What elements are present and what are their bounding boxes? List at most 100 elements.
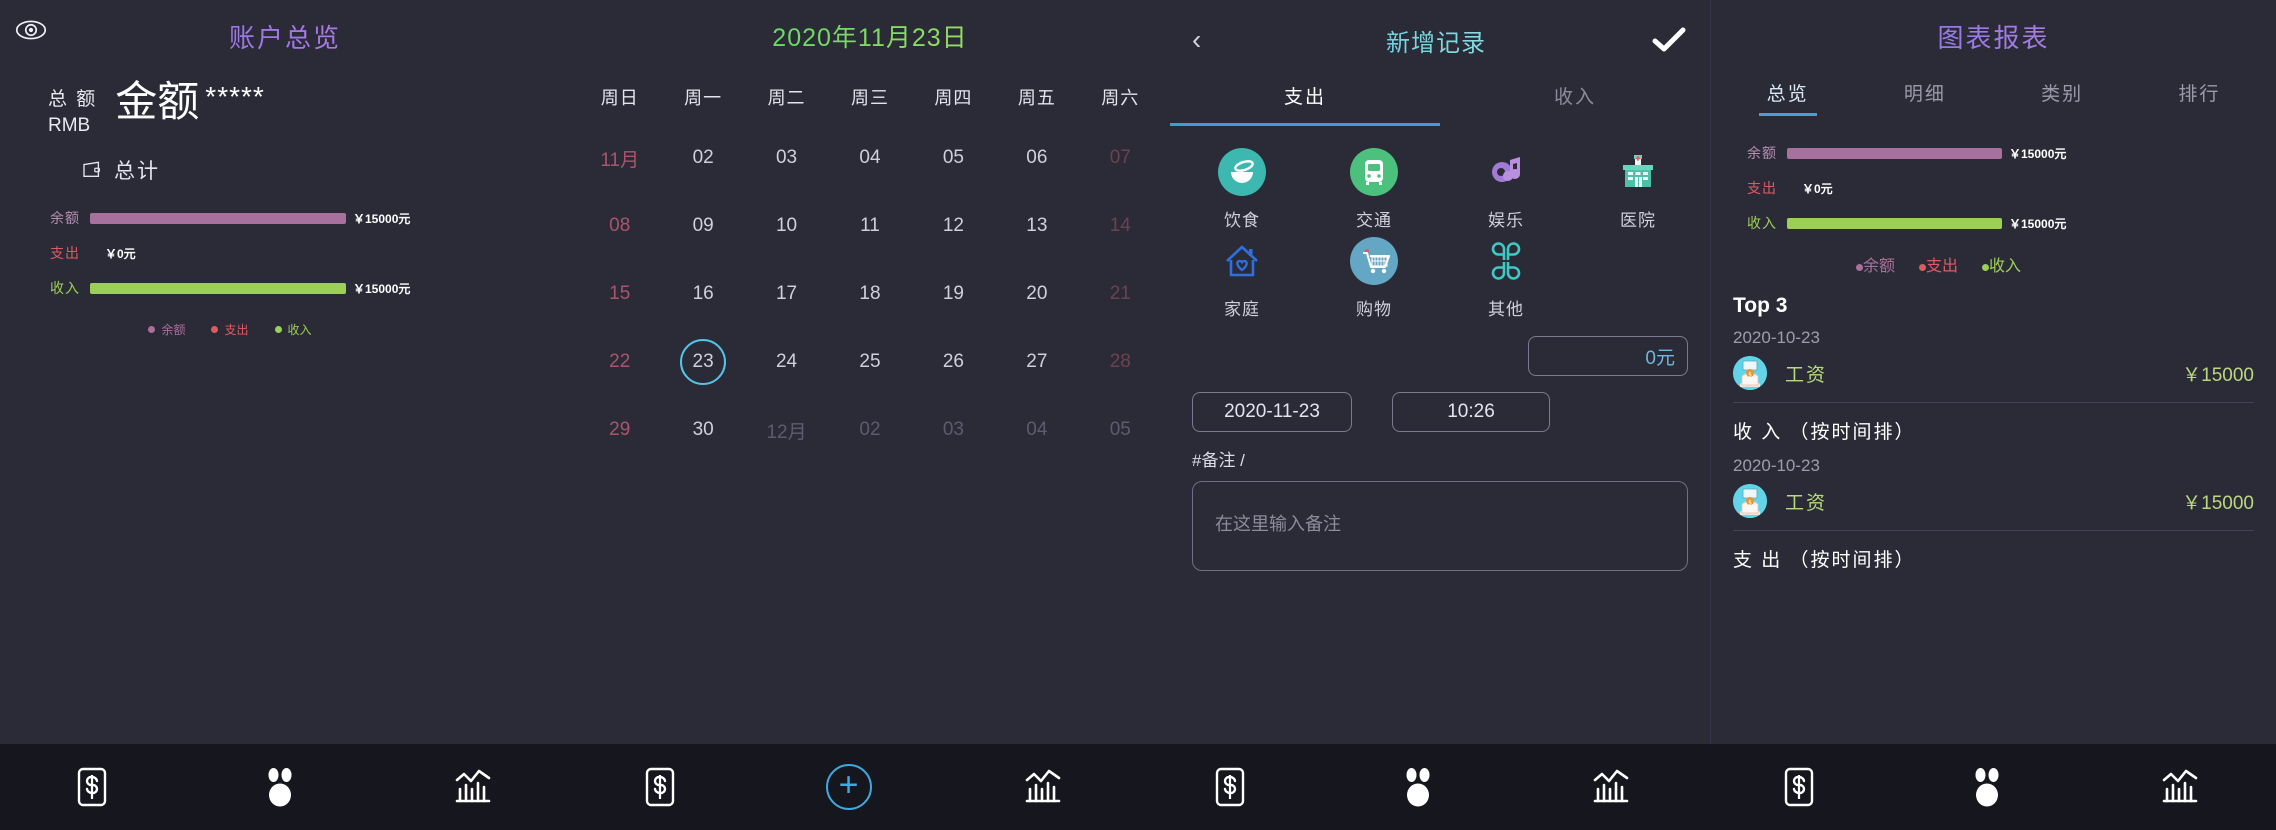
calendar-day[interactable]: 13	[995, 192, 1078, 260]
calendar-day[interactable]: 02	[828, 396, 911, 464]
bar-label: 收入	[1747, 215, 1777, 231]
legend-label: 收入	[287, 323, 312, 337]
calendar-weekday-header: 周日 周一 周二 周三 周四 周五 周六	[570, 84, 1170, 110]
person-icon[interactable]	[1398, 767, 1438, 807]
food-bowl-icon	[1218, 148, 1266, 196]
record-type-tab[interactable]: 收入	[1440, 70, 1710, 126]
calendar-day[interactable]: 11月	[578, 124, 661, 192]
calendar-day[interactable]: 08	[578, 192, 661, 260]
calendar-day[interactable]: 18	[828, 260, 911, 328]
legend-item: 支出	[1918, 252, 1958, 276]
calendar-day[interactable]: 29	[578, 396, 661, 464]
calendar-day[interactable]: 14	[1079, 192, 1162, 260]
calendar-day[interactable]: 06	[995, 124, 1078, 192]
salary-icon: $	[1733, 484, 1767, 518]
chevron-left-icon[interactable]: ‹	[1192, 26, 1222, 54]
legend-dot	[211, 326, 219, 333]
category-item[interactable]: 交通	[1308, 148, 1440, 231]
calendar-day[interactable]: 17	[745, 260, 828, 328]
check-icon[interactable]	[1650, 24, 1688, 56]
calendar-day[interactable]: 26	[912, 328, 995, 396]
calendar-day[interactable]: 02	[661, 124, 744, 192]
wallet-total-row[interactable]: 总计	[82, 155, 570, 185]
amount-wrap: 金额 *****	[97, 81, 265, 123]
record-type-tab[interactable]: 支出	[1170, 70, 1440, 126]
calendar-day[interactable]: 05	[912, 124, 995, 192]
note-textarea[interactable]: 在这里输入备注	[1192, 481, 1688, 571]
calendar-day[interactable]: 09	[661, 192, 744, 260]
date-input[interactable]: 2020-11-23	[1192, 392, 1352, 432]
charts-tab[interactable]: 排行	[2131, 79, 2268, 116]
eye-icon[interactable]	[12, 16, 50, 44]
charts-tab[interactable]: 类别	[1994, 79, 2131, 116]
money-note-icon[interactable]	[645, 767, 675, 807]
calendar-day[interactable]: 24	[745, 328, 828, 396]
calendar-day[interactable]: 12	[912, 192, 995, 260]
calendar-day-grid: 11月 02 03 04 05 06 07 08 09 10 11 12 13 14 15 16 17 18 19 2…	[570, 124, 1170, 464]
category-label: 医院	[1620, 211, 1656, 230]
bar-chart-icon[interactable]	[1591, 767, 1631, 807]
bar-chart-icon[interactable]	[1023, 767, 1063, 807]
top3-record-date: 2020-10-23	[1733, 328, 1820, 347]
calendar-day[interactable]: 22	[578, 328, 661, 396]
calendar-day[interactable]: 20	[995, 260, 1078, 328]
calendar-day[interactable]: 19	[912, 260, 995, 328]
calendar-day[interactable]: 30	[661, 396, 744, 464]
calendar-day[interactable]: 05	[1079, 396, 1162, 464]
calendar-day[interactable]: 04	[828, 124, 911, 192]
bar-value: ￥15000元	[2009, 146, 2067, 161]
bar-chart-icon[interactable]	[2160, 767, 2200, 807]
money-note-icon[interactable]	[1784, 767, 1814, 807]
calendar-day[interactable]: 03	[745, 124, 828, 192]
calendar-day[interactable]: 03	[912, 396, 995, 464]
plus-icon: +	[825, 764, 872, 810]
category-item[interactable]: 医院	[1572, 148, 1704, 231]
charts-tab[interactable]: 明细	[1856, 79, 1993, 116]
legend-dot	[1918, 264, 1926, 271]
calendar-day[interactable]: 12月	[745, 396, 828, 464]
account-overview-title: 账户总览	[0, 18, 570, 55]
category-item[interactable]: 饮食	[1176, 148, 1308, 231]
category-item[interactable]: 娱乐	[1440, 148, 1572, 231]
bar-row: 收入 ￥15000元	[1735, 212, 2276, 234]
top3-record-row[interactable]: $ 工资 ￥15000	[1733, 356, 2254, 402]
bar-row: 支出 ￥0元	[1735, 177, 2276, 199]
amount-input[interactable]: 0元	[1528, 336, 1688, 376]
charts-legend: 余额 支出 收入	[1711, 252, 2276, 276]
calendar-day[interactable]: 16	[661, 260, 744, 328]
calendar-day[interactable]: 28	[1079, 328, 1162, 396]
svg-text:$: $	[1748, 500, 1752, 507]
plus-icon[interactable]: +	[825, 764, 872, 810]
person-icon[interactable]	[260, 767, 300, 807]
bar-chart-icon[interactable]	[453, 767, 493, 807]
total-label-line2: RMB	[48, 115, 91, 136]
bar-label: 收入	[50, 280, 80, 296]
calendar-day[interactable]: 10	[745, 192, 828, 260]
category-item[interactable]: 家庭	[1176, 237, 1308, 320]
charts-tab[interactable]: 总览	[1719, 79, 1856, 116]
category-item[interactable]: 购物	[1308, 237, 1440, 320]
money-note-icon[interactable]	[1215, 767, 1245, 807]
legend-label: 余额	[1862, 258, 1895, 275]
person-icon[interactable]	[1967, 767, 2007, 807]
legend-item: 支出	[211, 321, 249, 338]
bar-row: 支出 ￥0元	[38, 242, 570, 264]
calendar-day[interactable]: 21	[1079, 260, 1162, 328]
calendar-day[interactable]: 15	[578, 260, 661, 328]
calendar-day-selected[interactable]: 23	[661, 328, 744, 396]
home-heart-icon	[1218, 237, 1266, 285]
legend-dot	[1982, 264, 1989, 271]
bar-label: 余额	[1747, 145, 1777, 161]
calendar-day[interactable]: 07	[1079, 124, 1162, 192]
calendar-day[interactable]: 25	[828, 328, 911, 396]
time-input[interactable]: 10:26	[1392, 392, 1550, 432]
legend-label: 支出	[224, 323, 249, 337]
calendar-day[interactable]: 27	[995, 328, 1078, 396]
income-record-row[interactable]: $ 工资 ￥15000	[1733, 484, 2254, 530]
calendar-day[interactable]: 04	[995, 396, 1078, 464]
money-note-icon[interactable]	[77, 767, 107, 807]
category-item[interactable]: 其他	[1440, 237, 1572, 320]
expense-section-header: 支 出 （按时间排）	[1733, 550, 1916, 571]
calendar-day[interactable]: 11	[828, 192, 911, 260]
nav-group	[1138, 767, 1707, 807]
